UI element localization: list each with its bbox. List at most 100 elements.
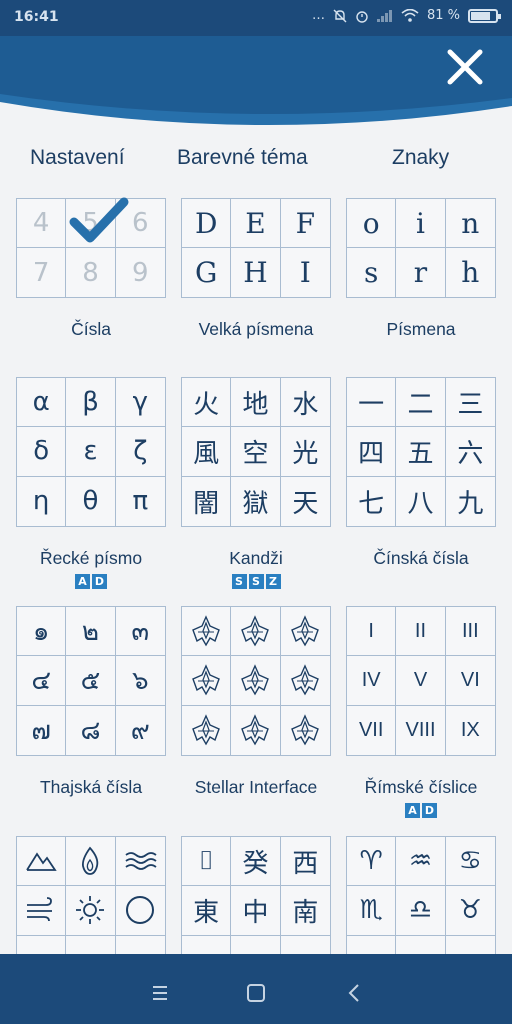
header <box>0 36 512 146</box>
ship-icon <box>231 656 281 706</box>
grid-cell: 二 <box>396 378 446 428</box>
badge-letter: A <box>75 574 90 589</box>
grid-cell: ♋ <box>445 837 495 887</box>
card-label: Římské číslice <box>364 777 478 797</box>
ship-icon <box>280 607 330 657</box>
tab-color-theme[interactable]: Barevné téma <box>177 146 308 170</box>
grid-cell: V <box>396 656 446 706</box>
flame-icon <box>66 837 116 887</box>
badge-letter: D <box>422 803 437 818</box>
ship-icon <box>231 705 281 755</box>
ship-icon <box>231 607 281 657</box>
grid-cell: 九 <box>457 488 484 519</box>
badge-letter: S <box>231 574 247 589</box>
grid-cell: r <box>396 248 446 297</box>
grid-cell: 西 <box>280 837 330 887</box>
tab-characters[interactable]: Znaky <box>392 146 449 170</box>
grid-cell: I <box>347 607 397 657</box>
status-bar: 16:41 … 81 % <box>0 0 512 36</box>
grid-cell: ๖ <box>115 656 165 706</box>
alarm-icon <box>356 10 368 23</box>
difficulty-badge: AD <box>16 574 166 589</box>
grid-cell: ๕ <box>66 656 116 706</box>
grid-cell: 六 <box>445 427 495 477</box>
grid-cell: 9 <box>132 257 149 288</box>
wind-icon <box>17 886 67 936</box>
waves-icon <box>115 837 165 887</box>
circle-icon <box>115 886 165 936</box>
card-label: Thajská čísla <box>39 777 143 797</box>
back-icon[interactable] <box>340 978 370 1008</box>
ship-icon <box>182 607 232 657</box>
grid-cell: 5 <box>66 199 116 248</box>
grid-cell: ๑ <box>17 607 67 657</box>
ship-icon <box>280 656 330 706</box>
grid-cell: π <box>132 486 149 517</box>
grid-cell: δ <box>17 427 67 477</box>
card-grid: αβγδεζηθπ <box>16 377 166 527</box>
grid-cell: 光 <box>280 427 330 477</box>
status-time: 16:41 <box>14 9 59 25</box>
card-label: Řecké písmo <box>39 548 143 568</box>
grid-cell: H <box>231 248 281 297</box>
grid-cell: 4 <box>17 199 67 248</box>
card-grid: 456789 <box>16 198 166 298</box>
grid-cell: F <box>280 199 330 248</box>
grid-cell: G <box>182 248 232 297</box>
grid-cell <box>446 936 495 956</box>
battery-text: 81 % <box>426 8 460 23</box>
grid-cell: E <box>231 199 281 248</box>
grid-cell: ♉ <box>445 886 495 936</box>
grid-cell: II <box>396 607 446 657</box>
grid-cell: ๔ <box>17 656 67 706</box>
difficulty-badge: SSZ <box>181 574 331 589</box>
ship-icon <box>182 656 232 706</box>
card-grid: I II III IV V VI VII VIII IX <box>346 606 496 756</box>
grid-cell <box>231 935 281 956</box>
grid-cell: γ <box>115 378 165 428</box>
grid-cell: 7 <box>17 248 67 297</box>
grid-cell <box>66 935 116 956</box>
mute-icon <box>333 9 347 22</box>
grid-cell: ♏ <box>347 886 397 936</box>
grid-cell: α <box>17 378 67 428</box>
grid-cell: 空 <box>231 427 281 477</box>
grid-cell: III <box>445 607 495 657</box>
characters-screen: Nastavení Barevné téma Znaky 456789 Čísl… <box>0 146 512 956</box>
grid-cell: ♈ <box>347 837 397 887</box>
menu-icon[interactable] <box>145 978 175 1008</box>
grid-cell <box>17 935 67 956</box>
grid-cell: IV <box>347 656 397 706</box>
grid-cell: ε <box>66 427 116 477</box>
grid-cell: 八 <box>396 476 446 526</box>
card-label: Kandži <box>229 548 283 568</box>
grid-cell: 中 <box>231 886 281 936</box>
grid-cell: 闇 <box>182 476 232 526</box>
grid-cell: i <box>396 199 446 248</box>
badge-letter: Z <box>265 574 281 589</box>
grid-cell: ♒ <box>396 837 446 887</box>
navigation-bar <box>0 962 512 1024</box>
ship-icon <box>281 706 330 755</box>
grid-cell: 南 <box>280 886 330 936</box>
tab-bar: Nastavení Barevné téma Znaky <box>0 146 512 178</box>
card-grid: oinsrh <box>346 198 496 298</box>
tab-settings[interactable]: Nastavení <box>30 146 125 170</box>
battery-fill <box>471 11 491 20</box>
card-label: Čínská čísla <box>373 548 469 568</box>
grid-cell: η <box>17 476 67 526</box>
home-icon[interactable] <box>241 978 271 1008</box>
grid-cell <box>116 936 165 956</box>
grid-cell: ♎ <box>396 886 446 936</box>
card-label: Stellar Interface <box>194 777 318 797</box>
close-icon[interactable] <box>444 46 486 88</box>
badge-letter: D <box>92 574 107 589</box>
grid-cell: 風 <box>182 427 232 477</box>
grid-cell: 地 <box>231 378 281 428</box>
grid-cell: 6 <box>115 199 165 248</box>
grid-cell: ⌷ <box>182 837 232 887</box>
card-label: Čísla <box>71 319 111 339</box>
badge-letter: S <box>248 574 264 589</box>
ship-icon <box>182 705 232 755</box>
grid-cell: 七 <box>347 476 397 526</box>
